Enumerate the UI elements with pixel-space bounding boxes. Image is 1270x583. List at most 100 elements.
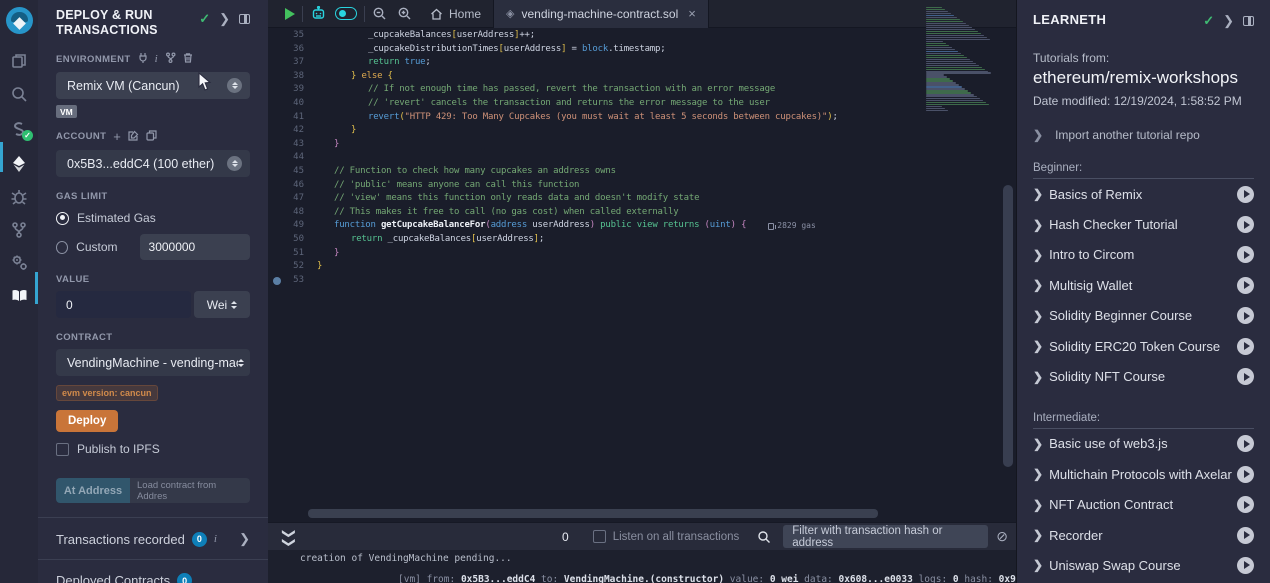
code-line[interactable]: 52} xyxy=(268,260,1016,274)
code-line[interactable]: 37return true; xyxy=(268,56,1016,70)
code-line[interactable]: 43} xyxy=(268,138,1016,152)
tutorial-item[interactable]: ❯Multisig Wallet xyxy=(1033,270,1254,300)
learneth-book-icon[interactable] xyxy=(0,279,38,312)
tutorial-item[interactable]: ❯NFT Auction Contract xyxy=(1033,490,1254,520)
play-tutorial-icon[interactable] xyxy=(1237,338,1254,355)
git-icon[interactable] xyxy=(0,213,38,246)
code-line[interactable]: 42} xyxy=(268,124,1016,138)
file-tab-active[interactable]: ◈ vending-machine-contract.sol × xyxy=(493,0,709,28)
listen-all-option[interactable]: Listen on all transactions xyxy=(593,530,740,543)
learneth-popout-icon[interactable] xyxy=(1243,16,1254,26)
close-tab-icon[interactable]: × xyxy=(688,6,696,21)
plug-icon[interactable] xyxy=(138,52,148,66)
ai-copilot-icon[interactable] xyxy=(310,6,327,21)
code-line[interactable]: 40// 'revert' cancels the transaction an… xyxy=(268,97,1016,111)
estimated-gas-option[interactable]: Estimated Gas xyxy=(56,211,250,225)
copilot-toggle[interactable] xyxy=(335,7,357,20)
publish-ipfs-option[interactable]: Publish to IPFS xyxy=(56,442,250,456)
tutorial-item[interactable]: ❯Basic use of web3.js xyxy=(1033,429,1254,459)
code-line[interactable]: 47// 'view' means this function only rea… xyxy=(268,192,1016,206)
tutorial-item[interactable]: ❯Hash Checker Tutorial xyxy=(1033,209,1254,239)
tutorial-item[interactable]: ❯Uniswap Swap Course xyxy=(1033,550,1254,580)
code-line[interactable]: 53 xyxy=(268,274,1016,288)
tutorial-item[interactable]: ❯Multichain Protocols with Axelar xyxy=(1033,459,1254,489)
custom-gas-input[interactable]: 3000000 xyxy=(140,234,250,260)
zoom-in-icon[interactable] xyxy=(397,6,412,21)
code-line[interactable]: 50return _cupcakeBalances[userAddress]; xyxy=(268,233,1016,247)
code-line[interactable]: 39// If not enough time has passed, reve… xyxy=(268,83,1016,97)
delete-environment-icon[interactable] xyxy=(183,52,193,66)
code-line[interactable]: 35_cupcakeBalances[userAddress]++; xyxy=(268,29,1016,43)
tutorial-item[interactable]: ❯Solidity Beginner Course xyxy=(1033,301,1254,331)
play-tutorial-icon[interactable] xyxy=(1237,557,1254,574)
code-line[interactable]: 44 xyxy=(268,151,1016,165)
play-tutorial-icon[interactable] xyxy=(1237,186,1254,203)
solidity-compiler-icon[interactable]: ✓ xyxy=(0,112,38,145)
play-tutorial-icon[interactable] xyxy=(1237,527,1254,544)
estimated-gas-radio[interactable] xyxy=(56,212,69,225)
listen-all-checkbox[interactable] xyxy=(593,530,606,543)
terminal-tx-summary[interactable]: [vm] from: 0x5B3...eddC4 to: VendingMach… xyxy=(398,572,1016,583)
account-select[interactable]: 0x5B3...eddC4 (100 ether) xyxy=(56,150,250,177)
environment-select[interactable]: Remix VM (Cancun) xyxy=(56,72,250,99)
search-icon[interactable] xyxy=(0,77,38,110)
play-tutorial-icon[interactable] xyxy=(1237,466,1254,483)
fork-icon[interactable] xyxy=(165,52,176,66)
play-tutorial-icon[interactable] xyxy=(1237,435,1254,452)
value-input[interactable]: 0 xyxy=(56,291,191,318)
tutorial-item[interactable]: ❯Solidity NFT Course xyxy=(1033,361,1254,391)
at-address-button[interactable]: At Address xyxy=(56,478,130,503)
zoom-out-icon[interactable] xyxy=(372,6,387,21)
tutorial-item[interactable]: ❯Basics of Remix xyxy=(1033,179,1254,209)
play-tutorial-icon[interactable] xyxy=(1237,246,1254,263)
contract-select[interactable]: VendingMachine - vending-machin xyxy=(56,349,250,376)
editor-vertical-scrollbar[interactable] xyxy=(1003,185,1013,467)
transactions-expand-icon[interactable]: ❯ xyxy=(239,531,250,547)
custom-gas-radio[interactable] xyxy=(56,241,68,254)
code-line[interactable]: 41revert("HTTP 429: Too Many Cupcakes (y… xyxy=(268,111,1016,125)
settings-icon[interactable] xyxy=(0,246,38,279)
publish-ipfs-checkbox[interactable] xyxy=(56,443,69,456)
edit-account-icon[interactable] xyxy=(128,130,139,144)
play-tutorial-icon[interactable] xyxy=(1237,496,1254,513)
deploy-button[interactable]: Deploy xyxy=(56,410,118,432)
code-lines[interactable]: 35_cupcakeBalances[userAddress]++;36_cup… xyxy=(268,29,1016,287)
code-line[interactable]: 48// This makes it free to call (no gas … xyxy=(268,206,1016,220)
editor-minimap[interactable] xyxy=(926,7,998,112)
value-unit-select[interactable]: Wei xyxy=(194,291,250,318)
tutorial-item[interactable]: ❯Solidity ERC20 Token Course xyxy=(1033,331,1254,361)
learneth-chevron-icon[interactable]: ❯ xyxy=(1223,13,1234,29)
clear-console-icon[interactable]: ⊘ xyxy=(996,528,1008,545)
code-line[interactable]: 51} xyxy=(268,247,1016,261)
code-line[interactable]: 46// 'public' means anyone can call this… xyxy=(268,179,1016,193)
run-script-icon[interactable] xyxy=(285,8,295,20)
transactions-recorded-row[interactable]: Transactions recorded 0 i ❯ xyxy=(38,518,268,559)
file-explorer-icon[interactable] xyxy=(0,44,38,77)
code-line[interactable]: 36_cupcakeDistributionTimes[userAddress]… xyxy=(268,43,1016,57)
code-line[interactable]: 38} else { xyxy=(268,70,1016,84)
play-tutorial-icon[interactable] xyxy=(1237,216,1254,233)
code-line[interactable]: 45// Function to check how many cupcakes… xyxy=(268,165,1016,179)
editor-horizontal-scrollbar[interactable] xyxy=(308,509,878,518)
remix-logo[interactable] xyxy=(6,7,33,34)
play-tutorial-icon[interactable] xyxy=(1237,368,1254,385)
add-account-icon[interactable]: + xyxy=(113,129,121,144)
deployed-contracts-row[interactable]: Deployed Contracts 0 xyxy=(38,560,268,583)
terminal-filter-input[interactable]: Filter with transaction hash or address xyxy=(783,525,988,548)
code-line[interactable]: 49function getCupcakeBalanceFor(address … xyxy=(268,219,1016,233)
home-tab[interactable]: Home xyxy=(418,0,493,28)
breakpoint-dot[interactable] xyxy=(273,277,281,285)
custom-gas-option[interactable]: Custom 3000000 xyxy=(56,234,250,260)
deploy-run-icon[interactable] xyxy=(0,147,38,180)
transactions-info-icon[interactable]: i xyxy=(214,533,217,545)
panel-popout-icon[interactable] xyxy=(239,14,250,24)
copy-account-icon[interactable] xyxy=(146,130,157,144)
debugger-icon[interactable] xyxy=(0,180,38,213)
tutorial-item[interactable]: ❯Intro to Circom xyxy=(1033,240,1254,270)
play-tutorial-icon[interactable] xyxy=(1237,307,1254,324)
import-repo-row[interactable]: ❯ Import another tutorial repo xyxy=(1033,128,1254,142)
tutorial-item[interactable]: ❯Recorder xyxy=(1033,520,1254,550)
terminal-collapse-icon[interactable]: ❯❯ xyxy=(281,528,297,546)
panel-chevron-icon[interactable]: ❯ xyxy=(219,11,230,27)
play-tutorial-icon[interactable] xyxy=(1237,277,1254,294)
